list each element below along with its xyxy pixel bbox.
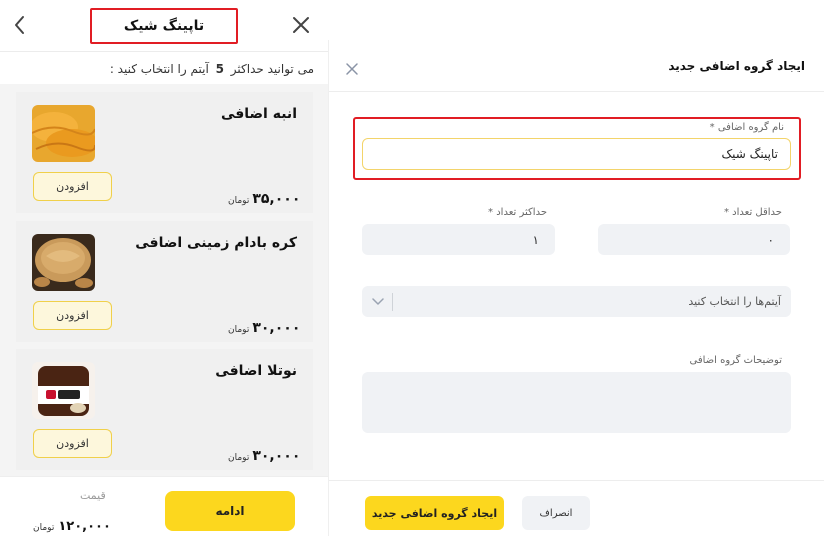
hint-text-before: می توانید حداکثر xyxy=(230,62,314,76)
nutella-image xyxy=(32,362,95,419)
peanut-butter-image xyxy=(32,234,95,291)
chevron-down-icon[interactable] xyxy=(372,297,384,306)
modal-footer: ایجاد گروه اضافی جدید انصراف xyxy=(329,480,824,536)
max-count-label: حداکثر تعداد * xyxy=(488,207,547,218)
add-button[interactable]: افزودن xyxy=(33,301,112,330)
price-currency: تومان xyxy=(228,196,250,206)
create-group-button[interactable]: ایجاد گروه اضافی جدید xyxy=(365,496,504,530)
price-currency: تومان xyxy=(228,325,250,335)
app-root: تاپینگ شیک می توانید حداکثر 5 آیتم را ان… xyxy=(0,0,824,536)
topping-name: نوتلا اضافی xyxy=(215,363,297,379)
cancel-button[interactable]: انصراف xyxy=(522,496,590,530)
description-textarea[interactable] xyxy=(362,372,791,433)
price-value: ۳۵,۰۰۰ xyxy=(252,191,301,207)
add-button[interactable]: افزودن xyxy=(33,172,112,201)
items-select[interactable]: آیتم‌ها را انتخاب کنید xyxy=(362,286,791,317)
close-icon[interactable] xyxy=(290,14,312,36)
preview-title-highlight: تاپینگ شیک xyxy=(90,8,238,44)
hint-max-count: 5 xyxy=(215,62,224,76)
chevron-left-icon[interactable] xyxy=(10,12,30,38)
total-price-value: ۱۲۰,۰۰۰ xyxy=(58,519,111,534)
topping-name: کره بادام زمینی اضافی xyxy=(135,235,297,251)
topping-list: انبه اضافی افزودن ۳۵,۰۰۰تومان کره بادام … xyxy=(0,84,328,476)
group-name-input[interactable] xyxy=(362,138,791,170)
price-value: ۳۰,۰۰۰ xyxy=(252,320,301,336)
close-icon[interactable] xyxy=(345,62,359,76)
total-price-label: قیمت xyxy=(80,489,106,502)
modal-header: ایجاد گروه اضافی جدید xyxy=(329,40,824,92)
topping-preview-panel: تاپینگ شیک می توانید حداکثر 5 آیتم را ان… xyxy=(0,0,328,536)
selection-hint: می توانید حداکثر 5 آیتم را انتخاب کنید : xyxy=(110,62,314,76)
add-button[interactable]: افزودن xyxy=(33,429,112,458)
min-count-label: حداقل تعداد * xyxy=(723,207,782,218)
hint-text-after: آیتم را انتخاب کنید : xyxy=(109,62,209,76)
preview-header: تاپینگ شیک xyxy=(0,0,328,52)
topping-item: انبه اضافی افزودن ۳۵,۰۰۰تومان xyxy=(16,92,313,213)
topping-price: ۳۰,۰۰۰تومان xyxy=(228,317,300,336)
max-count-input[interactable] xyxy=(362,224,555,255)
total-price-currency: تومان xyxy=(33,523,55,533)
description-label: توضیحات گروه اضافی xyxy=(689,355,782,366)
preview-footer: ادامه قیمت ۱۲۰,۰۰۰تومان xyxy=(0,476,328,536)
total-price: ۱۲۰,۰۰۰تومان xyxy=(33,515,111,534)
create-extra-group-modal: ایجاد گروه اضافی جدید نام گروه اضافی * ح… xyxy=(328,40,824,536)
select-separator xyxy=(392,292,393,311)
modal-title: ایجاد گروه اضافی جدید xyxy=(668,59,805,73)
preview-title: تاپینگ شیک xyxy=(123,18,205,34)
topping-item: کره بادام زمینی اضافی افزودن ۳۰,۰۰۰تومان xyxy=(16,221,313,342)
min-count-input[interactable] xyxy=(598,224,790,255)
price-currency: تومان xyxy=(228,453,250,463)
topping-name: انبه اضافی xyxy=(220,106,297,122)
topping-item: نوتلا اضافی افزودن ۳۰,۰۰۰تومان xyxy=(16,349,313,470)
topping-price: ۳۵,۰۰۰تومان xyxy=(228,188,300,207)
items-select-placeholder: آیتم‌ها را انتخاب کنید xyxy=(688,295,781,308)
group-name-label: نام گروه اضافی * xyxy=(709,122,784,133)
topping-price: ۳۰,۰۰۰تومان xyxy=(228,445,300,464)
continue-button[interactable]: ادامه xyxy=(165,491,295,531)
price-value: ۳۰,۰۰۰ xyxy=(252,448,301,464)
mango-image xyxy=(32,105,95,162)
